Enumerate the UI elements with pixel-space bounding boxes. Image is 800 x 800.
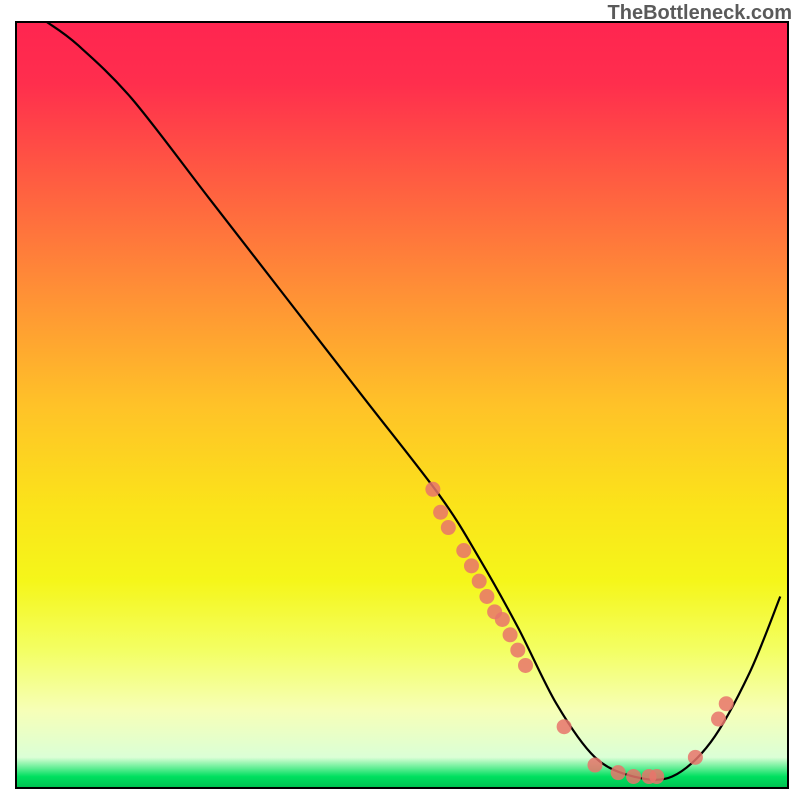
data-point [688,750,703,765]
data-point [711,712,726,727]
data-point [649,769,664,784]
data-point [611,765,626,780]
data-point [441,520,456,535]
data-point [464,558,479,573]
chart-container: TheBottleneck.com [0,0,800,800]
data-point [588,758,603,773]
plot-background [16,22,788,788]
data-point [425,482,440,497]
data-point [495,612,510,627]
data-point [510,643,525,658]
data-point [472,574,487,589]
watermark-text: TheBottleneck.com [608,2,792,25]
data-point [456,543,471,558]
data-point [719,696,734,711]
data-point [518,658,533,673]
data-point [557,719,572,734]
data-point [503,627,518,642]
data-point [479,589,494,604]
data-point [433,505,448,520]
bottleneck-chart [0,0,800,800]
data-point [626,769,641,784]
